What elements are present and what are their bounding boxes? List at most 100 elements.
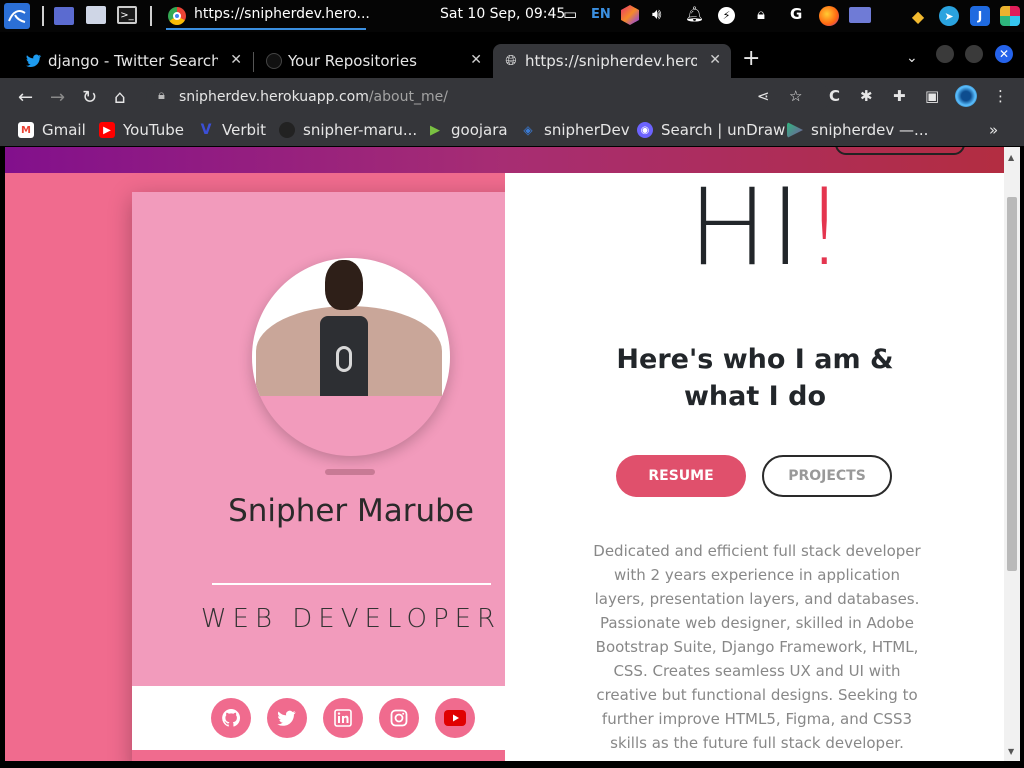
telegram-icon[interactable]: ➤ [939, 6, 959, 26]
screen-recorder-icon[interactable] [849, 7, 871, 23]
instagram-icon[interactable] [379, 698, 419, 738]
address-bar[interactable]: 🔒︎ snipherdev.herokuapp.com/about_me/ [146, 82, 830, 112]
app-cube-icon[interactable] [621, 5, 639, 25]
globe-icon: 🌐︎ [505, 53, 517, 69]
screen-icon[interactable]: ▭ [563, 5, 577, 23]
tab-title: Your Repositories [288, 52, 417, 70]
navbar-button[interactable] [835, 147, 965, 155]
github-icon [266, 53, 282, 69]
bookmark-snipherdev[interactable]: ◈ snipherDev [520, 121, 629, 139]
bio-text: Dedicated and efficient full stack devel… [593, 542, 921, 752]
profile-card: Snipher Marube WEB DEVELOPER [132, 192, 555, 761]
more-menu-icon[interactable]: ⋮ [993, 87, 1008, 105]
lock-screen-icon[interactable]: 🔒︎ [757, 5, 765, 23]
url-text[interactable]: snipherdev.herokuapp.com/about_me/ [179, 89, 448, 105]
youtube-icon[interactable] [435, 698, 475, 738]
side-panel-icon[interactable]: ▣ [925, 87, 939, 105]
bookmark-heroku[interactable]: snipherdev —... [787, 121, 928, 139]
undraw-icon: ◉ [637, 122, 653, 138]
bookmarks-bar: M Gmail ▶ YouTube V Verbit snipher-maru.… [0, 116, 1024, 146]
tab-snipherdev-about[interactable]: 🌐︎ https://snipherdev.herokuapp.com/abou… [493, 44, 731, 78]
page-viewport: Snipher Marube WEB DEVELOPER HI! Here's … [5, 147, 1004, 761]
joplin-icon[interactable]: J [970, 6, 990, 26]
chrome-task-icon[interactable] [168, 7, 186, 25]
terminal-icon[interactable]: >_ [117, 6, 137, 24]
bookmark-undraw[interactable]: ◉ Search | unDraw [637, 121, 785, 139]
projects-button[interactable]: PROJECTS [762, 455, 892, 497]
bookmark-star-icon[interactable]: ☆ [789, 87, 802, 105]
tab-title: django - Twitter Search / T [48, 52, 218, 70]
avatar [252, 258, 450, 456]
intro-heading: Here's who I am & what I do [616, 344, 894, 412]
bookmark-snipher-marube[interactable]: snipher-maru... [279, 121, 417, 139]
close-icon[interactable]: ✕ [230, 52, 242, 68]
file-manager-icon[interactable] [86, 6, 106, 24]
play-icon: ▶ [430, 122, 440, 138]
code-icon: ◈ [523, 123, 533, 137]
share-icon[interactable]: ⋖ [757, 87, 770, 105]
tab-twitter-search[interactable]: django - Twitter Search / T ✕ [16, 44, 252, 78]
workspace-icon[interactable] [54, 7, 74, 25]
back-arrow-icon[interactable]: ← [18, 87, 33, 108]
clock[interactable]: Sat 10 Sep, 09:45 [440, 6, 565, 22]
tab-your-repositories[interactable]: Your Repositories ✕ [256, 44, 492, 78]
minimize-button[interactable] [936, 45, 954, 63]
new-tab-button[interactable]: + [742, 46, 760, 71]
browser-toolbar: ← → ↻ ⌂ 🔒︎ snipherdev.herokuapp.com/abou… [0, 78, 1024, 116]
active-task-indicator [166, 28, 366, 30]
scroll-thumb[interactable] [1007, 197, 1017, 571]
social-links [132, 686, 555, 750]
extensions-puzzle-icon[interactable]: ✚ [893, 87, 906, 105]
volume-icon[interactable]: 🔊︎ [652, 5, 661, 23]
close-window-button[interactable]: ✕ [995, 45, 1013, 63]
gmail-icon: M [18, 122, 34, 138]
home-icon[interactable]: ⌂ [114, 87, 125, 108]
site-navbar [5, 147, 1004, 173]
github-icon[interactable] [211, 698, 251, 738]
tab-title: https://snipherdev.herokuapp.com/about_m… [525, 52, 697, 70]
reload-icon[interactable]: ↻ [82, 87, 97, 108]
notification-bell-icon[interactable]: 🔔︎ [685, 5, 704, 23]
profile-panel: Snipher Marube WEB DEVELOPER [5, 173, 555, 761]
divider [212, 583, 491, 585]
github-icon [279, 122, 295, 138]
scroll-up-icon[interactable]: ▲ [1008, 153, 1014, 162]
bookmarks-overflow-icon[interactable]: » [989, 121, 998, 139]
linkedin-icon[interactable] [323, 698, 363, 738]
forward-arrow-icon[interactable]: → [50, 87, 65, 108]
bookmark-gmail[interactable]: M Gmail [18, 121, 86, 139]
kali-menu-icon[interactable] [4, 3, 30, 29]
youtube-icon: ▶ [99, 122, 115, 138]
slack-icon[interactable] [1000, 6, 1020, 26]
language-indicator[interactable]: EN [591, 7, 611, 22]
profile-avatar[interactable] [955, 85, 977, 107]
task-label[interactable]: https://snipherdev.hero... [194, 6, 370, 22]
lock-icon[interactable]: 🔒︎ [158, 88, 165, 103]
heroku-icon [787, 122, 803, 138]
card-footer [132, 750, 555, 761]
binance-icon[interactable]: ◆ [908, 6, 928, 26]
firefox-icon[interactable] [819, 6, 839, 26]
os-taskbar: >_ https://snipherdev.hero... Sat 10 Sep… [0, 0, 1024, 32]
power-manager-icon[interactable]: ⚡︎ [718, 7, 735, 24]
browser-tabstrip: django - Twitter Search / T ✕ Your Repos… [0, 32, 1024, 78]
scroll-down-icon[interactable]: ▼ [1008, 747, 1014, 756]
resume-button[interactable]: RESUME [616, 455, 746, 497]
twitter-icon[interactable] [267, 698, 307, 738]
extension-bug-icon[interactable]: ✱ [860, 87, 873, 105]
verbit-icon: V [200, 122, 212, 138]
bookmark-verbit[interactable]: V Verbit [198, 121, 266, 139]
avatar-caption-bar [325, 469, 375, 475]
page-scrollbar[interactable]: ▲ ▼ [1004, 147, 1020, 761]
maximize-button[interactable] [965, 45, 983, 63]
bookmark-goojara[interactable]: ▶ goojara [427, 121, 508, 139]
hero-greeting: HI! [688, 166, 848, 289]
intro-panel: HI! Here's who I am & what I do RESUME P… [505, 173, 1004, 761]
tab-search-icon[interactable]: ⌄ [906, 50, 918, 66]
extension-c-icon[interactable]: C [829, 87, 840, 105]
close-icon[interactable]: ✕ [470, 52, 482, 68]
profile-photo [252, 258, 450, 396]
bookmark-youtube[interactable]: ▶ YouTube [99, 121, 184, 139]
google-icon[interactable]: G [790, 5, 802, 23]
close-icon[interactable]: ✕ [709, 52, 721, 68]
